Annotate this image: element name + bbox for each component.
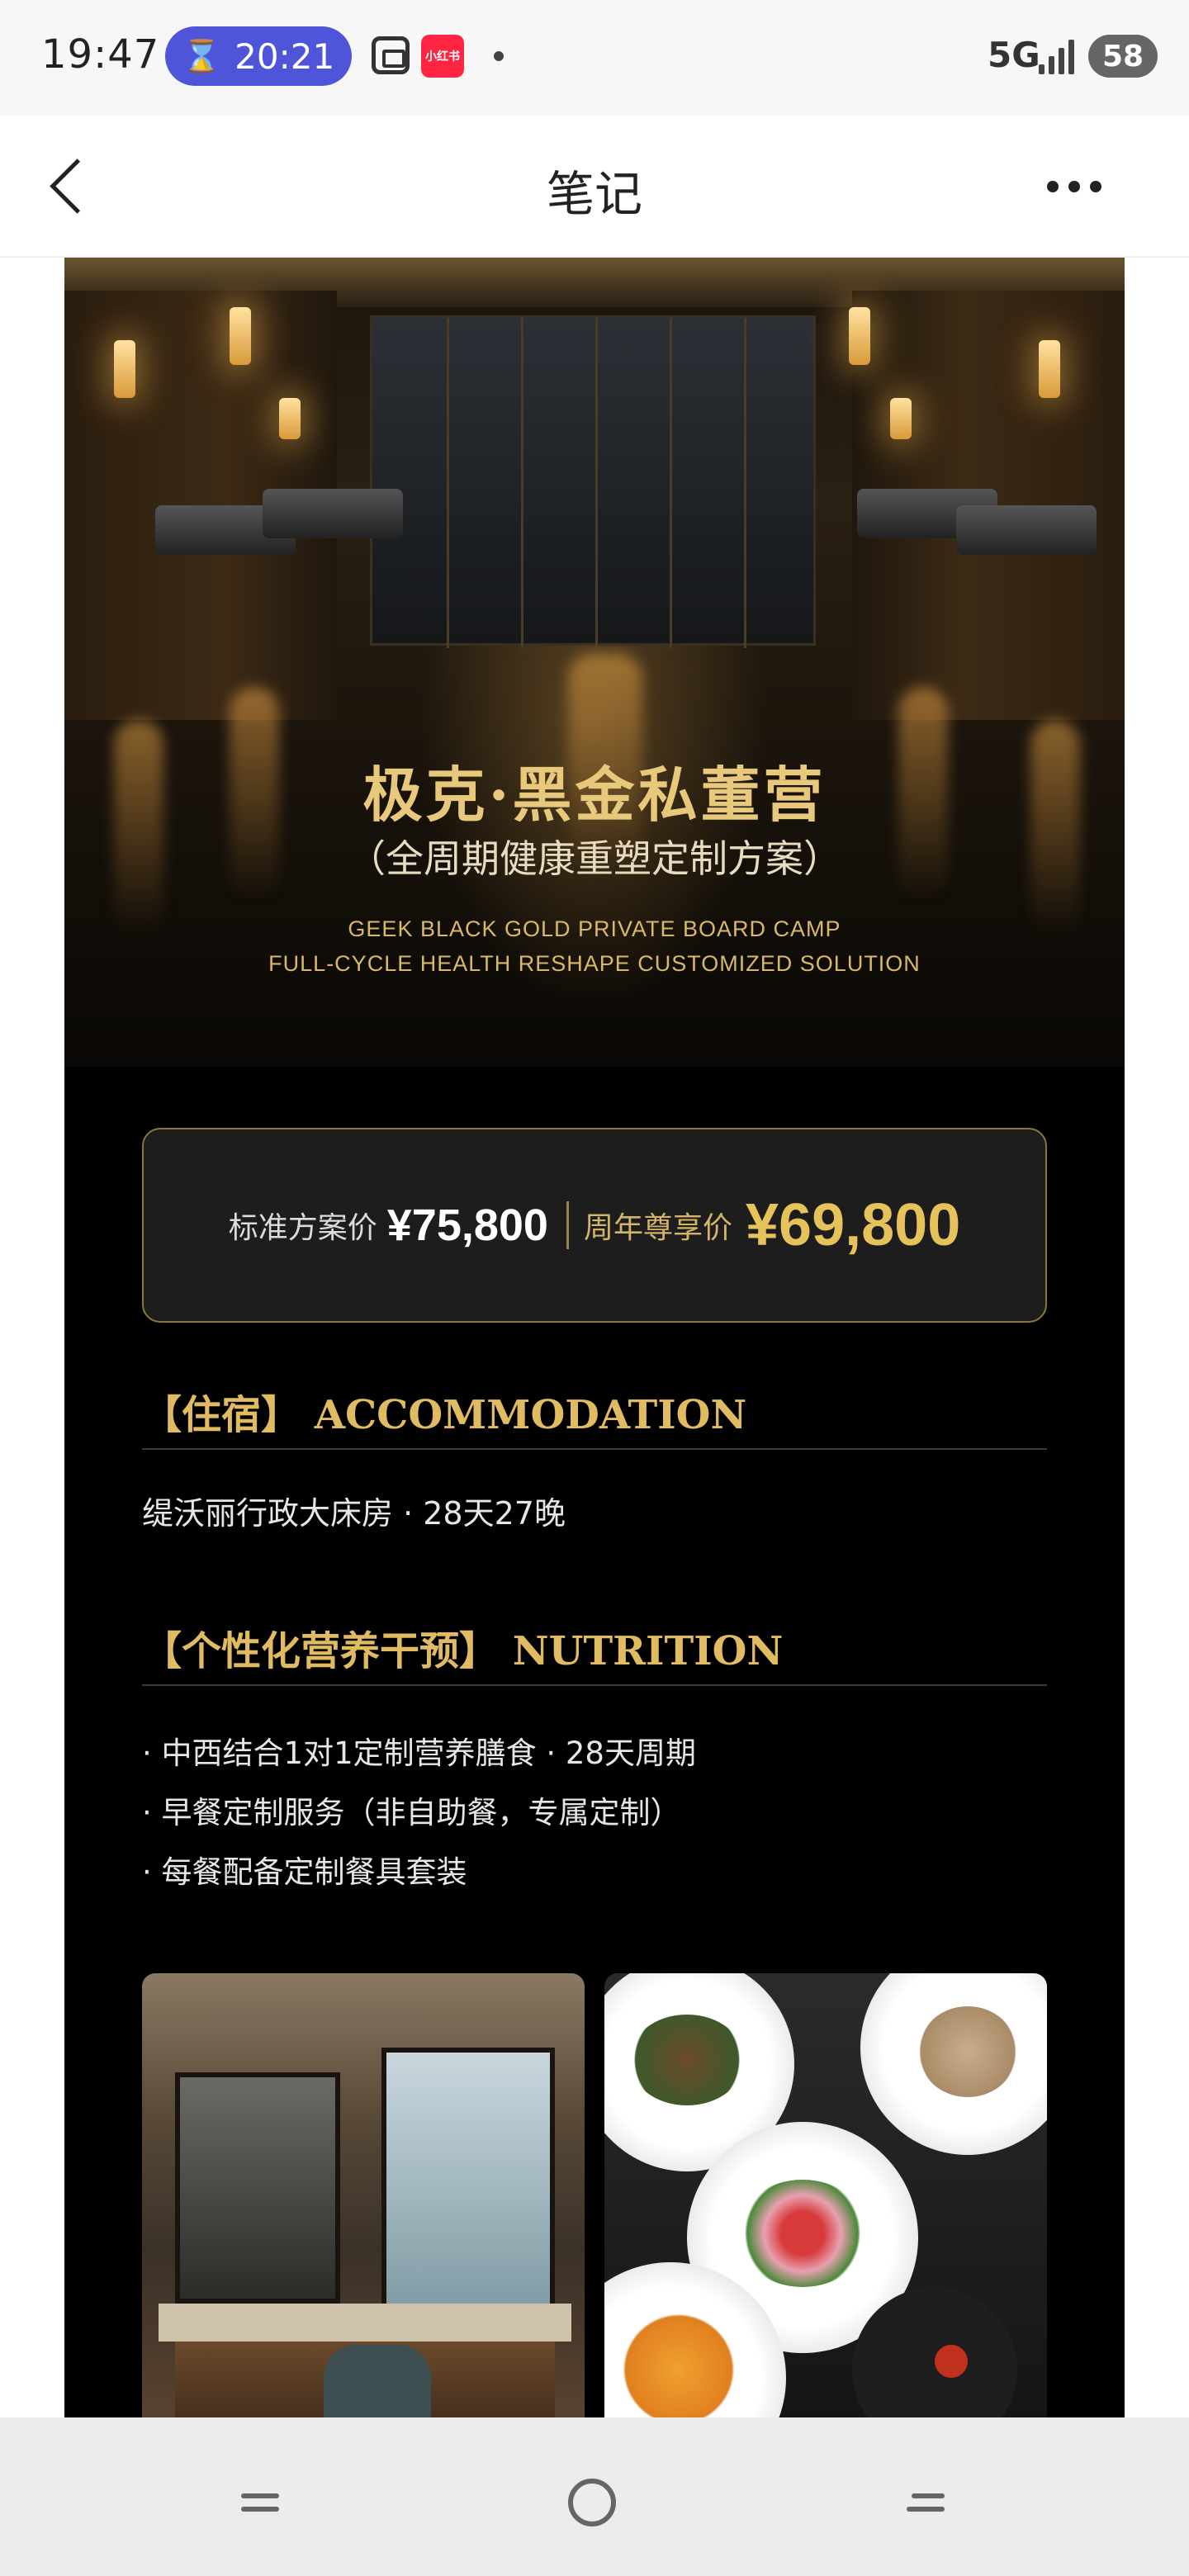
timer-pill[interactable]: ⌛ 20:21 — [165, 26, 352, 86]
standard-price-label: 标准方案价 — [228, 1211, 377, 1245]
screenshot-icon — [372, 36, 410, 74]
poster-english-subtitle: FULL-CYCLE HEALTH RESHAPE CUSTOMIZED SOL… — [268, 951, 921, 976]
page-title: 笔记 — [546, 166, 642, 222]
nutrition-title: 【个性化营养干预】 NUTRITION — [142, 1628, 784, 1674]
poster-english-title: GEEK BLACK GOLD PRIVATE BOARD CAMP — [348, 916, 841, 941]
accommodation-detail: 缇沃丽行政大床房 · 28天27晚 — [142, 1495, 566, 1532]
clock: 19:47 — [41, 31, 160, 78]
note-content[interactable]: 极克·黑金私董营 （全周期健康重塑定制方案） GEEK BLACK GOLD P… — [0, 258, 1189, 2417]
network-type: 5G — [988, 35, 1040, 75]
list-item: · 早餐定制服务（非自助餐，专属定制） — [142, 1795, 681, 1830]
promo-poster: 极克·黑金私董营 （全周期健康重塑定制方案） GEEK BLACK GOLD P… — [64, 258, 1125, 2417]
system-nav-bar — [0, 2417, 1189, 2576]
system-back-icon[interactable] — [907, 2490, 945, 2515]
poster-title: 极克·黑金私董营 — [362, 760, 827, 830]
status-bar: 19:47 ⌛ 20:21 小红书 5G 58 — [0, 0, 1189, 116]
accommodation-header: 【住宿】 ACCOMMODATION — [142, 1382, 1047, 1450]
hero-image: 极克·黑金私董营 （全周期健康重塑定制方案） GEEK BLACK GOLD P… — [64, 258, 1125, 1067]
poster-subtitle: （全周期健康重塑定制方案） — [348, 836, 841, 881]
recent-apps-icon[interactable] — [241, 2490, 279, 2515]
hourglass-icon: ⌛ — [182, 37, 222, 74]
signal-icon — [1039, 38, 1078, 74]
nutrition-list: · 中西结合1对1定制营养膳食 · 28天周期 · 早餐定制服务（非自助餐，专属… — [142, 1724, 696, 1902]
nutrition-header: 【个性化营养干预】 NUTRITION — [142, 1618, 1047, 1686]
top-nav-bar: 笔记 — [0, 116, 1189, 258]
anniversary-price-label: 周年尊享价 — [583, 1211, 732, 1245]
battery-indicator: 58 — [1088, 35, 1158, 78]
list-item: · 中西结合1对1定制营养膳食 · 28天周期 — [142, 1735, 696, 1771]
food-photo — [604, 1973, 1047, 2417]
accommodation-title: 【住宿】 ACCOMMODATION — [142, 1392, 747, 1438]
standard-price: ¥75,800 — [386, 1200, 548, 1250]
price-divider — [566, 1201, 569, 1249]
notification-dot-icon — [494, 51, 504, 61]
home-icon[interactable] — [568, 2479, 616, 2526]
price-box: 标准方案价 ¥75,800 周年尊享价 ¥69,800 — [142, 1128, 1047, 1323]
list-item: · 每餐配备定制餐具套装 — [142, 1854, 467, 1890]
anniversary-price: ¥69,800 — [745, 1192, 961, 1258]
more-icon[interactable] — [1047, 170, 1121, 203]
room-photo — [142, 1973, 585, 2417]
timer-text: 20:21 — [234, 36, 335, 77]
app-notification-icon: 小红书 — [421, 35, 464, 78]
